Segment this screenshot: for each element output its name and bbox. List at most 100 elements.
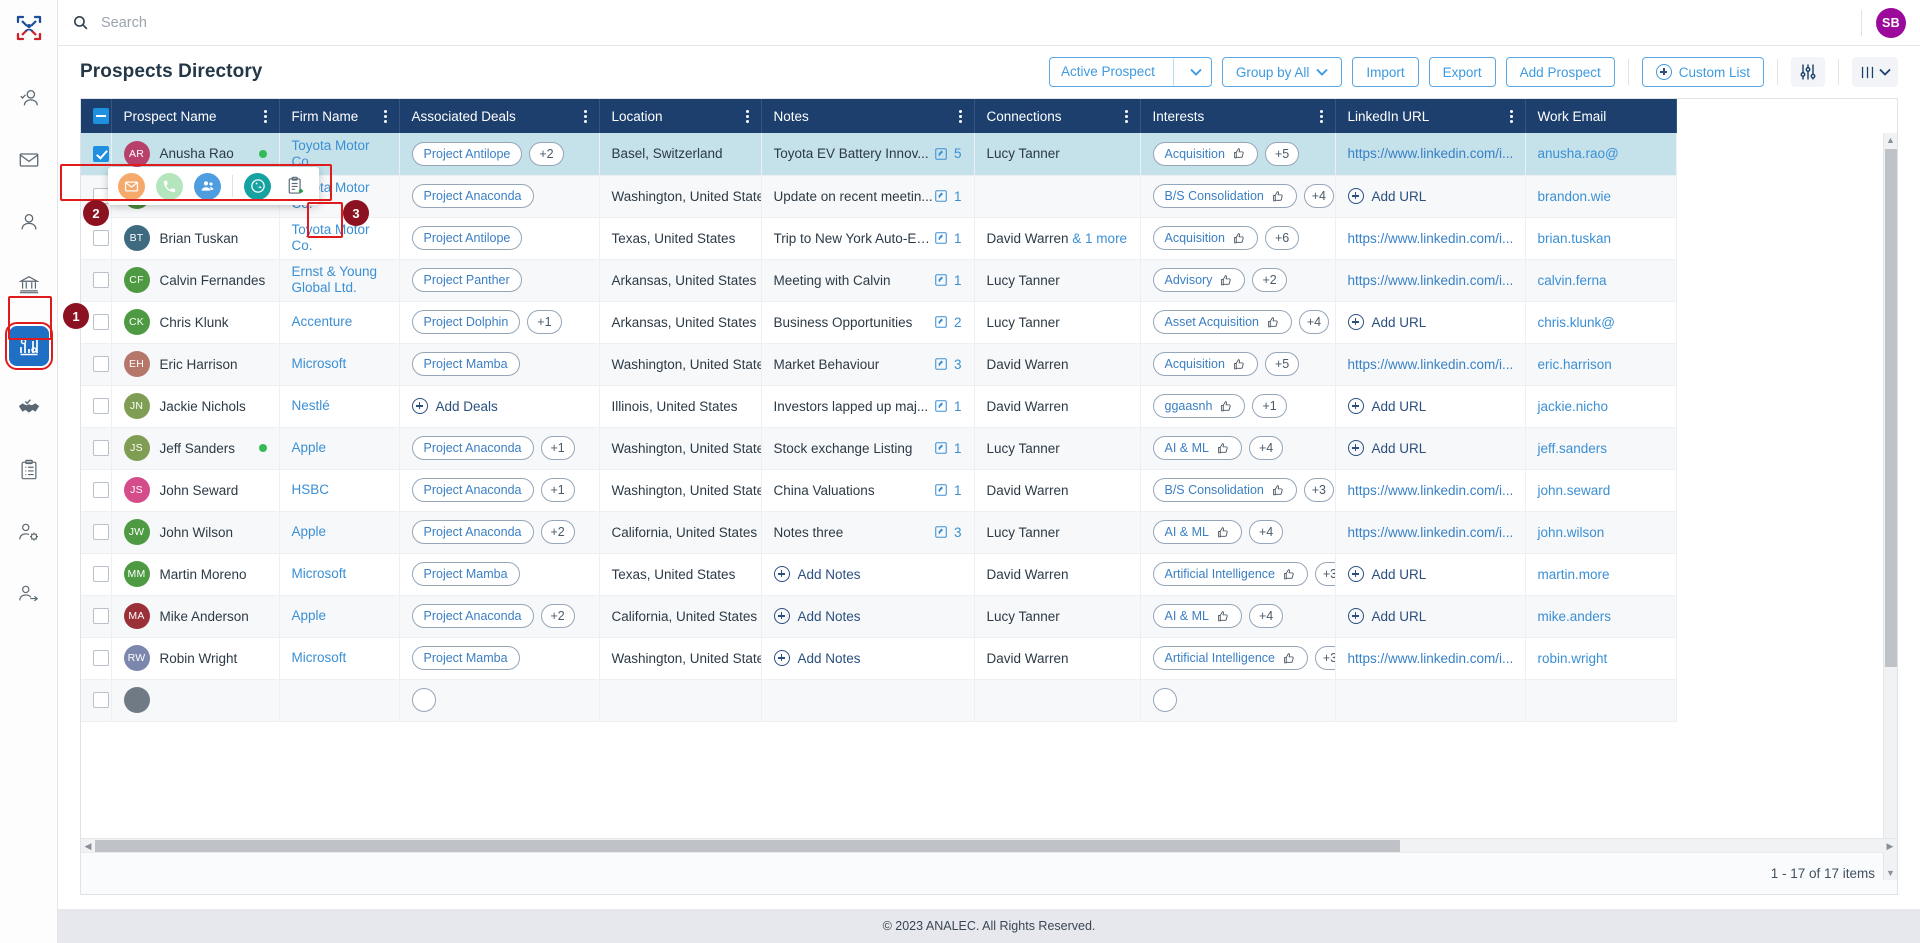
row-checkbox[interactable] (93, 608, 109, 625)
column-header-work-email[interactable]: Work Email (1525, 99, 1677, 133)
interest-pill[interactable]: Acquisition (1152, 141, 1258, 166)
interest-pill[interactable]: AI & ML (1152, 520, 1242, 544)
connection-name[interactable]: David Warren (987, 567, 1069, 582)
thumbs-up-icon[interactable] (1217, 442, 1230, 455)
work-email-link[interactable]: calvin.ferna (1538, 273, 1607, 288)
cell-interests[interactable]: Artificial Intelligence +3 (1140, 637, 1336, 680)
search-input[interactable] (101, 14, 441, 31)
thumbs-up-icon[interactable] (1217, 610, 1230, 623)
deal-pill[interactable]: Project Dolphin (411, 310, 521, 334)
app-logo[interactable] (0, 0, 57, 56)
cell-notes[interactable]: Business Opportunities 2 (761, 301, 975, 344)
kebab-menu-icon[interactable] (583, 108, 587, 125)
work-email-link[interactable]: brian.tuskan (1538, 231, 1612, 246)
work-email-link[interactable]: anusha.rao@ (1538, 146, 1619, 161)
column-chooser-button[interactable] (1852, 57, 1898, 87)
add-notes-link[interactable]: Add Notes (773, 650, 962, 666)
deal-pill[interactable] (411, 688, 436, 712)
interest-pill[interactable]: Artificial Intelligence (1152, 646, 1308, 670)
sidebar-item-deals[interactable] (9, 388, 49, 428)
cell-notes[interactable]: China Valuations 1 (761, 469, 975, 512)
connection-name[interactable]: David Warren (987, 399, 1069, 414)
firm-name-link[interactable]: Apple (292, 440, 327, 456)
table-row[interactable]: CK Chris Klunk Accenture Project Dolphin… (81, 301, 1677, 344)
cell-linkedin-url[interactable]: https://www.linkedin.com/i... (1335, 469, 1526, 512)
cell-firm-name[interactable]: Toyota Motor Co. (279, 217, 400, 260)
cell-associated-deals[interactable]: Project Anaconda +1 (399, 469, 600, 512)
cell-work-email[interactable]: jackie.nicho (1525, 385, 1677, 428)
cell-associated-deals[interactable]: Add Deals (399, 385, 600, 428)
add-deals-link[interactable]: Add Deals (411, 398, 587, 414)
interest-pill[interactable]: AI & ML (1152, 436, 1242, 460)
note-count[interactable]: 1 (934, 231, 962, 246)
sidebar-item-mail[interactable] (9, 140, 49, 180)
note-count[interactable]: 1 (934, 189, 962, 204)
table-row[interactable]: AR Anusha Rao Toyota Motor Co. Project A… (81, 133, 1677, 176)
row-select-cell[interactable] (81, 343, 112, 386)
cell-associated-deals[interactable]: Project Anaconda +1 (399, 427, 600, 470)
select-all-checkbox[interactable] (93, 108, 109, 125)
connection-name[interactable]: David Warren (987, 651, 1069, 666)
cell-firm-name[interactable]: Apple (279, 427, 400, 470)
meeting-icon[interactable] (194, 172, 221, 200)
interest-overflow-pill[interactable]: +2 (1252, 268, 1287, 292)
cell-associated-deals[interactable]: Project Anaconda +2 (399, 595, 600, 638)
firm-name-link[interactable]: Accenture (292, 314, 353, 330)
note-count[interactable]: 1 (934, 399, 962, 414)
cell-work-email[interactable]: eric.harrison (1525, 343, 1677, 386)
thumbs-up-icon[interactable] (1267, 316, 1280, 329)
deal-overflow-pill[interactable]: +2 (540, 520, 575, 544)
cell-connections[interactable]: Lucy Tanner (974, 259, 1141, 302)
cell-prospect-name[interactable]: JN Jackie Nichols (111, 385, 280, 428)
cell-prospect-name[interactable]: RW Robin Wright (111, 637, 280, 680)
interest-overflow-pill[interactable]: +4 (1303, 184, 1334, 208)
connection-name[interactable]: Lucy Tanner (987, 273, 1060, 288)
cell-work-email[interactable]: chris.klunk@ (1525, 301, 1677, 344)
interest-overflow-pill[interactable]: +3 (1314, 562, 1334, 586)
interest-pill[interactable]: ggaasnh (1152, 394, 1246, 418)
deal-pill[interactable]: Project Panther (411, 268, 522, 292)
column-header-firm-name[interactable]: Firm Name (279, 99, 400, 133)
firm-name-link[interactable]: Toyota Motor Co. (292, 222, 387, 254)
cell-associated-deals[interactable]: Project Mamba (399, 343, 600, 386)
cell-interests[interactable]: Acquisition +6 (1140, 217, 1336, 260)
connection-name[interactable]: Lucy Tanner (987, 609, 1060, 624)
deal-pill[interactable]: Project Mamba (411, 352, 520, 376)
column-header-notes[interactable]: Notes (761, 99, 975, 133)
connection-name[interactable]: Lucy Tanner (987, 315, 1060, 330)
cell-interests[interactable]: Advisory +2 (1140, 259, 1336, 302)
sidebar-item-prospects[interactable] (9, 574, 49, 614)
vertical-scrollbar[interactable]: ▲ ▼ (1883, 133, 1897, 880)
row-checkbox[interactable] (93, 272, 109, 289)
cell-work-email[interactable]: anusha.rao@ (1525, 133, 1677, 176)
cell-linkedin-url[interactable]: https://www.linkedin.com/i... (1335, 259, 1526, 302)
cell-linkedin-url[interactable]: https://www.linkedin.com/i... (1335, 511, 1526, 554)
cell-work-email[interactable]: brian.tuskan (1525, 217, 1677, 260)
avatar[interactable]: SB (1876, 7, 1906, 38)
cell-notes[interactable]: Add Notes (761, 637, 975, 680)
cell-firm-name[interactable]: Apple (279, 595, 400, 638)
sidebar-item-profile[interactable] (9, 202, 49, 242)
kebab-menu-icon[interactable] (745, 108, 749, 125)
export-button[interactable]: Export (1428, 57, 1496, 87)
cell-interests[interactable]: B/S Consolidation +4 (1140, 175, 1336, 218)
thumbs-up-icon[interactable] (1217, 526, 1230, 539)
active-prospect-filter[interactable]: Active Prospect (1049, 57, 1212, 87)
deal-pill[interactable]: Project Anaconda (411, 184, 534, 208)
table-row[interactable]: MA Mike Anderson Apple Project Anaconda +… (81, 595, 1677, 638)
select-all-header[interactable] (81, 99, 112, 133)
cell-connections[interactable]: David Warren & 1 more (974, 217, 1141, 260)
cell-interests[interactable]: B/S Consolidation +3 (1140, 469, 1336, 512)
interest-pill[interactable]: Artificial Intelligence (1152, 562, 1308, 586)
table-row[interactable]: BW Brandon Wise Toyota Motor Co. Project… (81, 175, 1677, 218)
work-email-link[interactable]: brandon.wie (1538, 189, 1612, 204)
cell-work-email[interactable]: robin.wright (1525, 637, 1677, 680)
cell-prospect-name[interactable]: BT Brian Tuskan (111, 217, 280, 260)
interest-overflow-pill[interactable]: +1 (1252, 394, 1287, 418)
row-select-cell[interactable] (81, 637, 112, 680)
table-row[interactable]: EH Eric Harrison Microsoft Project Mamba… (81, 343, 1677, 386)
table-row-partial[interactable] (81, 679, 1677, 722)
cell-interests[interactable]: AI & ML +4 (1140, 511, 1336, 554)
firm-name-link[interactable]: Microsoft (292, 650, 347, 666)
note-count[interactable]: 3 (934, 357, 962, 372)
